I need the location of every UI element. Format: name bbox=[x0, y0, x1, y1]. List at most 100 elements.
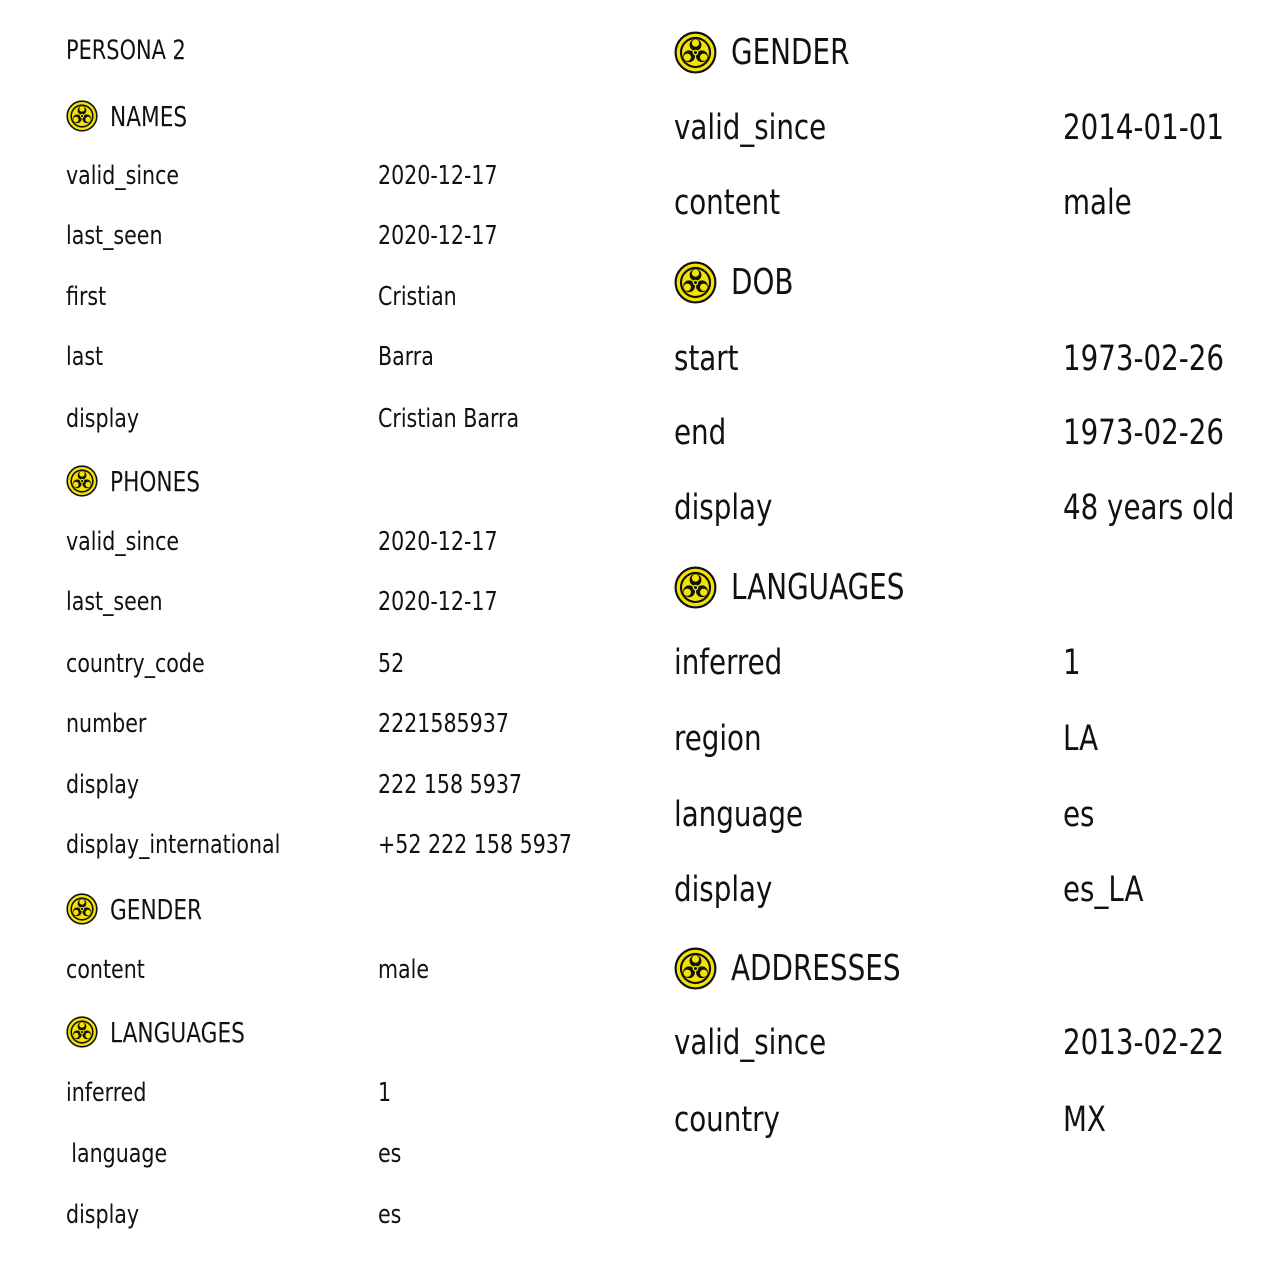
row-value: 1973-02-26 bbox=[1063, 339, 1225, 379]
section-names-header: NAMES bbox=[66, 99, 200, 133]
row-value: Cristian bbox=[378, 282, 457, 312]
row-value: 2020-12-17 bbox=[378, 527, 498, 557]
row-key: valid_since bbox=[674, 1023, 827, 1063]
section-heading: GENDER bbox=[110, 892, 203, 926]
row-key: content bbox=[66, 955, 145, 985]
row-value: male bbox=[378, 955, 430, 985]
row-key: country_code bbox=[66, 649, 205, 679]
row-value: 1973-02-26 bbox=[1063, 413, 1225, 453]
names-row: valid_since 2020-12-17 bbox=[66, 161, 626, 191]
row-value: 2221585937 bbox=[378, 709, 509, 739]
row-key: last_seen bbox=[66, 587, 163, 617]
row-value: 2020-12-17 bbox=[378, 587, 498, 617]
row-key: country bbox=[674, 1100, 780, 1140]
languages-row: display es bbox=[66, 1200, 626, 1230]
biohazard-icon bbox=[674, 261, 717, 304]
dob-row: start 1973-02-26 bbox=[674, 339, 1264, 379]
languages-row: display es_LA bbox=[674, 870, 1264, 910]
names-row: last Barra bbox=[66, 342, 626, 372]
phones-row: valid_since 2020-12-17 bbox=[66, 527, 626, 557]
row-value: LA bbox=[1063, 719, 1099, 759]
row-value: 52 bbox=[378, 649, 405, 679]
phones-row: last_seen 2020-12-17 bbox=[66, 587, 626, 617]
persona-title: PERSONA 2 bbox=[66, 35, 186, 66]
languages-row: inferred 1 bbox=[674, 643, 1264, 683]
section-heading: LANGUAGES bbox=[110, 1015, 245, 1049]
phones-row: country_code 52 bbox=[66, 649, 626, 679]
row-key: number bbox=[66, 709, 147, 739]
addresses-row: country MX bbox=[674, 1100, 1264, 1140]
row-value: Barra bbox=[378, 342, 434, 372]
phones-row: number 2221585937 bbox=[66, 709, 626, 739]
row-key: start bbox=[674, 339, 739, 379]
section-heading: GENDER bbox=[731, 31, 850, 73]
row-key: last_seen bbox=[66, 221, 163, 251]
names-row: display Cristian Barra bbox=[66, 404, 626, 434]
row-key: region bbox=[674, 719, 762, 759]
biohazard-icon bbox=[66, 893, 98, 925]
dob-row: display 48 years old bbox=[674, 488, 1264, 528]
section-languages-header: LANGUAGES bbox=[674, 565, 933, 609]
section-heading: PHONES bbox=[110, 464, 201, 498]
row-key: display bbox=[66, 404, 140, 434]
section-heading: DOB bbox=[731, 261, 794, 303]
biohazard-icon bbox=[66, 1016, 98, 1048]
row-value: MX bbox=[1063, 1100, 1106, 1140]
section-gender-header: GENDER bbox=[66, 892, 217, 926]
dob-row: end 1973-02-26 bbox=[674, 413, 1264, 453]
section-gender-header: GENDER bbox=[674, 30, 869, 74]
section-dob-header: DOB bbox=[674, 260, 804, 304]
row-key: end bbox=[674, 413, 727, 453]
row-key: display bbox=[66, 770, 140, 800]
row-key: display_international bbox=[66, 830, 281, 860]
section-heading: ADDRESSES bbox=[731, 947, 901, 989]
gender-row: content male bbox=[674, 183, 1264, 223]
row-key: display bbox=[674, 488, 773, 528]
section-heading: NAMES bbox=[110, 99, 188, 133]
row-key: inferred bbox=[66, 1078, 147, 1108]
section-addresses-header: ADDRESSES bbox=[674, 946, 928, 990]
row-key: content bbox=[674, 183, 781, 223]
row-value: male bbox=[1063, 183, 1132, 223]
row-value: 2020-12-17 bbox=[378, 221, 498, 251]
row-value: es_LA bbox=[1063, 870, 1144, 910]
languages-row: inferred 1 bbox=[66, 1078, 626, 1108]
phones-row: display_international +52 222 158 5937 bbox=[66, 830, 626, 860]
row-value: Cristian Barra bbox=[378, 404, 520, 434]
row-value: es bbox=[378, 1139, 402, 1169]
biohazard-icon bbox=[66, 100, 98, 132]
row-value: 2014-01-01 bbox=[1063, 108, 1225, 148]
row-key: valid_since bbox=[674, 108, 827, 148]
languages-row: language es bbox=[674, 795, 1264, 835]
languages-row: region LA bbox=[674, 719, 1264, 759]
section-languages-header: LANGUAGES bbox=[66, 1015, 267, 1049]
names-row: last_seen 2020-12-17 bbox=[66, 221, 626, 251]
addresses-row: valid_since 2013-02-22 bbox=[674, 1023, 1264, 1063]
row-value: 1 bbox=[378, 1078, 392, 1108]
row-value: 2013-02-22 bbox=[1063, 1023, 1225, 1063]
row-value: es bbox=[378, 1200, 402, 1230]
biohazard-icon bbox=[674, 947, 717, 990]
gender-row: content male bbox=[66, 955, 626, 985]
biohazard-icon bbox=[674, 566, 717, 609]
row-key: display bbox=[66, 1200, 140, 1230]
row-key: first bbox=[66, 282, 107, 312]
row-value: es bbox=[1063, 795, 1095, 835]
biohazard-icon bbox=[66, 465, 98, 497]
gender-row: valid_since 2014-01-01 bbox=[674, 108, 1264, 148]
row-key: language bbox=[71, 1139, 168, 1169]
section-phones-header: PHONES bbox=[66, 464, 215, 498]
row-key: valid_since bbox=[66, 527, 180, 557]
section-heading: LANGUAGES bbox=[731, 566, 905, 608]
row-key: valid_since bbox=[66, 161, 180, 191]
row-key: inferred bbox=[674, 643, 783, 683]
row-value: 48 years old bbox=[1063, 488, 1235, 528]
biohazard-icon bbox=[674, 31, 717, 74]
row-key: last bbox=[66, 342, 104, 372]
row-value: 222 158 5937 bbox=[378, 770, 523, 800]
row-value: 1 bbox=[1063, 643, 1081, 683]
row-key: language bbox=[674, 795, 804, 835]
languages-row: language es bbox=[66, 1139, 626, 1169]
row-value: 2020-12-17 bbox=[378, 161, 498, 191]
row-value: +52 222 158 5937 bbox=[378, 830, 572, 860]
